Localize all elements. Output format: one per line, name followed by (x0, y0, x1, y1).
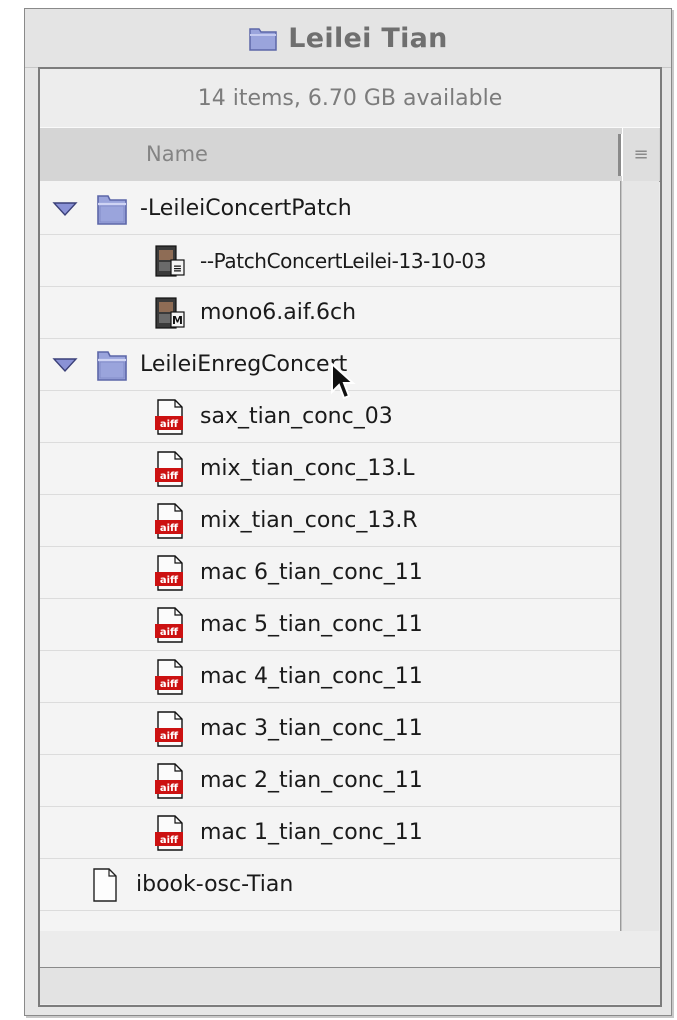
aiff-file-icon[interactable]: aiff (152, 554, 186, 592)
file-name-label[interactable]: mac 3_tian_conc_11 (200, 703, 423, 755)
list-row-mix-tian-conc-13-l[interactable]: aiff mix_tian_conc_13.L (40, 443, 620, 495)
file-name-label[interactable]: mix_tian_conc_13.L (200, 443, 415, 495)
list-row-mac-6-tian-conc-11[interactable]: aiff mac 6_tian_conc_11 (40, 547, 620, 599)
folder-icon[interactable] (95, 190, 129, 228)
svg-text:aiff: aiff (160, 471, 179, 482)
status-bar: 14 items, 6.70 GB available (40, 69, 660, 128)
file-name-label[interactable]: ibook-osc-Tian (136, 859, 293, 911)
file-name-label[interactable]: --PatchConcertLeilei-13-10-03 (200, 235, 486, 287)
aiff-file-icon[interactable]: aiff (152, 502, 186, 540)
sort-direction-button[interactable]: ≡ (622, 128, 659, 181)
svg-text:aiff: aiff (160, 783, 179, 794)
aiff-file-icon[interactable]: aiff (152, 450, 186, 488)
window-title: Leilei Tian (288, 22, 448, 54)
list-row-mac-2-tian-conc-11[interactable]: aiff mac 2_tian_conc_11 (40, 755, 620, 807)
file-name-label[interactable]: mix_tian_conc_13.R (200, 495, 418, 547)
svg-text:aiff: aiff (160, 575, 179, 586)
file-name-label[interactable]: LeileiEnregConcert (140, 339, 347, 391)
aiff-file-icon[interactable]: aiff (152, 814, 186, 852)
list-row-patchconcertleilei-13-10-03[interactable]: ≡ --PatchConcertLeilei-13-10-03 (40, 235, 620, 287)
name-column-header[interactable]: Name (146, 128, 208, 181)
list-row-leileiconcertpatch[interactable]: -LeileiConcertPatch (40, 183, 620, 235)
list-row-mix-tian-conc-13-r[interactable]: aiff mix_tian_conc_13.R (40, 495, 620, 547)
vertical-scrollbar[interactable] (621, 181, 659, 931)
folder-icon[interactable] (95, 346, 129, 384)
file-name-label[interactable]: mac 5_tian_conc_11 (200, 599, 423, 651)
folder-icon (249, 28, 278, 51)
file-name-label[interactable]: mac 6_tian_conc_11 (200, 547, 423, 599)
svg-text:aiff: aiff (160, 731, 179, 742)
svg-text:≡: ≡ (173, 262, 182, 275)
mouse-cursor-icon (331, 362, 356, 400)
svg-text:aiff: aiff (160, 523, 179, 534)
file-name-label[interactable]: sax_tian_conc_03 (200, 391, 393, 443)
horizontal-scrollbar[interactable] (40, 967, 660, 1004)
svg-text:aiff: aiff (160, 419, 179, 430)
list-row-mac-3-tian-conc-11[interactable]: aiff mac 3_tian_conc_11 (40, 703, 620, 755)
aiff-file-icon[interactable]: aiff (152, 762, 186, 800)
aiff-file-icon[interactable]: aiff (152, 398, 186, 436)
list-row-mac-1-tian-conc-11[interactable]: aiff mac 1_tian_conc_11 (40, 807, 620, 859)
file-name-label[interactable]: mac 4_tian_conc_11 (200, 651, 423, 703)
list-row-mac-4-tian-conc-11[interactable]: aiff mac 4_tian_conc_11 (40, 651, 620, 703)
finder-window: Leilei Tian 14 items, 6.70 GB available … (24, 8, 672, 1016)
document-icon[interactable] (87, 866, 121, 904)
disclosure-triangle-icon[interactable] (52, 201, 78, 217)
file-name-label[interactable]: mono6.aif.6ch (200, 287, 356, 339)
list-row-mac-5-tian-conc-11[interactable]: aiff mac 5_tian_conc_11 (40, 599, 620, 651)
file-name-label[interactable]: mac 2_tian_conc_11 (200, 755, 423, 807)
svg-text:aiff: aiff (160, 627, 179, 638)
aiff-file-icon[interactable]: aiff (152, 606, 186, 644)
file-name-label[interactable]: -LeileiConcertPatch (140, 183, 352, 235)
list-view-panel: 14 items, 6.70 GB available Name ≡ -Leil… (38, 67, 662, 1007)
column-header: Name ≡ (40, 127, 660, 182)
svg-text:M: M (172, 314, 183, 327)
aiff-file-icon[interactable]: aiff (152, 710, 186, 748)
svg-text:aiff: aiff (160, 679, 179, 690)
patch-document-icon[interactable]: ≡ (152, 242, 186, 280)
file-list: -LeileiConcertPatch ≡ --PatchConcertLeilei… (40, 181, 621, 931)
aiff-file-icon[interactable]: aiff (152, 658, 186, 696)
title-bar[interactable]: Leilei Tian (25, 9, 671, 68)
list-row-mono6-aif-6ch[interactable]: Mmono6.aif.6ch (40, 287, 620, 339)
file-name-label[interactable]: mac 1_tian_conc_11 (200, 807, 423, 859)
media-document-icon[interactable]: M (152, 294, 186, 332)
svg-text:aiff: aiff (160, 835, 179, 846)
disclosure-triangle-icon[interactable] (52, 357, 78, 373)
list-row-ibook-osc-tian[interactable]: ibook-osc-Tian (40, 859, 620, 911)
